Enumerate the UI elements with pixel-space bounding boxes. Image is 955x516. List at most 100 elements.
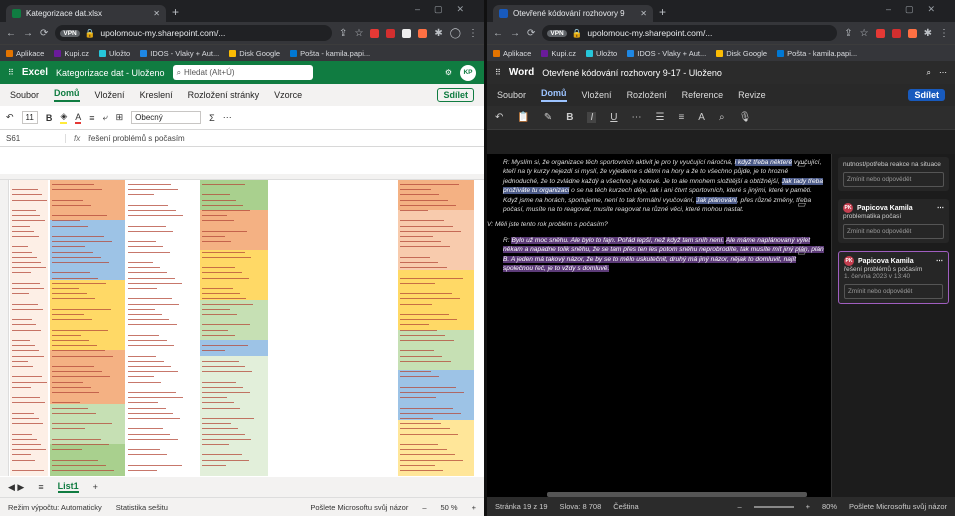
more-icon[interactable]: ⋯ bbox=[936, 257, 943, 265]
zoom-level[interactable]: 50 % bbox=[441, 503, 458, 512]
address-bar[interactable]: VPN 🔒 upolomouc-my.sharepoint.com/... bbox=[542, 25, 838, 41]
star-icon[interactable]: ☆ bbox=[860, 28, 869, 39]
paste-icon[interactable]: 📋 bbox=[517, 112, 529, 123]
comment-card-selected[interactable]: PK Papicova Kamila ⋯ řešení problémů s poč… bbox=[838, 251, 949, 304]
settings-icon[interactable]: ⚙ bbox=[445, 68, 452, 77]
bookmark-idos[interactable]: IDOS - Vlaky + Aut... bbox=[140, 49, 219, 58]
tab-reference[interactable]: Reference bbox=[682, 90, 724, 100]
document-body[interactable]: R: Myslím si, že organizace těch sportov… bbox=[487, 154, 831, 500]
bookmark-mail[interactable]: Pošta - kamila.papi... bbox=[777, 49, 857, 58]
zoom-level[interactable]: 80% bbox=[822, 502, 837, 511]
comment-card[interactable]: nutnost/potřeba reakce na situace Zmínit… bbox=[838, 157, 949, 191]
bookmark-apps[interactable]: Aplikace bbox=[6, 49, 44, 58]
tab-vlozeni[interactable]: Vložení bbox=[95, 90, 125, 100]
bookmark-idos[interactable]: IDOS - Vlaky + Aut... bbox=[627, 49, 706, 58]
browser-tab-word[interactable]: Otevřené kódování rozhovory 9 ✕ bbox=[493, 5, 653, 22]
zoom-out-icon[interactable]: – bbox=[422, 503, 426, 512]
menu-dots-icon[interactable]: ⋮ bbox=[468, 28, 478, 39]
extension-icon[interactable] bbox=[418, 28, 428, 38]
share-page-icon[interactable]: ⇪ bbox=[339, 28, 347, 39]
undo-icon[interactable]: ↶ bbox=[6, 112, 14, 123]
number-format-select[interactable]: Obecný bbox=[131, 111, 202, 124]
extension-icon[interactable] bbox=[386, 28, 396, 38]
zoom-out-icon[interactable]: – bbox=[737, 502, 741, 511]
reload-icon[interactable]: ⟳ bbox=[527, 28, 535, 39]
document-title[interactable]: Kategorizace dat - Uloženo bbox=[56, 68, 165, 78]
comment-icon[interactable]: ▭ bbox=[797, 247, 806, 257]
paragraph-answer-1[interactable]: R: Myslím si, že organizace těch sportov… bbox=[487, 158, 825, 214]
dictate-icon[interactable]: 🎙 bbox=[739, 112, 752, 123]
underline-button[interactable]: U bbox=[610, 112, 617, 123]
share-button[interactable]: Sdílet bbox=[437, 88, 474, 102]
comment-highlight[interactable]: i když třeba některé bbox=[734, 159, 793, 166]
workbook-stats[interactable]: Statistika sešitu bbox=[116, 503, 168, 512]
bookmark-mail[interactable]: Pošta - kamila.papi... bbox=[290, 49, 370, 58]
puzzle-icon[interactable]: ✱ bbox=[434, 28, 442, 39]
tab-soubor[interactable]: Soubor bbox=[497, 90, 526, 100]
bookmark-kupi[interactable]: Kupi.cz bbox=[541, 49, 576, 58]
feedback-link[interactable]: Pošlete Microsoftu svůj názor bbox=[849, 502, 947, 511]
reply-input[interactable]: Zmínit nebo odpovědět bbox=[844, 284, 943, 299]
app-launcher-icon[interactable]: ⠿ bbox=[8, 68, 14, 77]
comment-highlight[interactable]: Bylo už moc sněhu. Ale bylo to fajn. Poř… bbox=[511, 236, 725, 244]
sheets-menu-icon[interactable]: ≡ bbox=[38, 482, 43, 492]
profile-icon[interactable]: ◯ bbox=[450, 28, 461, 39]
sheet-grid[interactable] bbox=[0, 174, 484, 476]
tab-vlozeni[interactable]: Vložení bbox=[582, 90, 612, 100]
formula-input[interactable]: řešení problémů s počasím bbox=[88, 134, 185, 143]
comment-icon[interactable]: ▭ bbox=[797, 159, 806, 169]
bookmark-ulozto[interactable]: Uložto bbox=[585, 49, 617, 58]
tab-domu[interactable]: Domů bbox=[541, 88, 567, 102]
more-icon[interactable]: ⋯ bbox=[939, 68, 947, 77]
bold-button[interactable]: B bbox=[46, 113, 53, 123]
search-icon[interactable]: ⌕ bbox=[927, 68, 931, 78]
extension-icon[interactable] bbox=[907, 28, 917, 38]
extension-icon[interactable] bbox=[402, 28, 412, 38]
tab-revize[interactable]: Revize bbox=[738, 90, 766, 100]
comment-icon[interactable]: ▭ bbox=[797, 199, 806, 209]
forward-icon[interactable]: → bbox=[510, 28, 520, 39]
bookmark-apps[interactable]: Aplikace bbox=[493, 49, 531, 58]
format-painter-icon[interactable]: ✎ bbox=[544, 112, 552, 123]
reload-icon[interactable]: ⟳ bbox=[40, 28, 48, 39]
paragraph-answer-2[interactable]: R: Bylo už moc sněhu. Ale bylo to fajn. … bbox=[487, 236, 825, 274]
more-icon[interactable]: ⋯ bbox=[631, 112, 641, 123]
bookmark-drive[interactable]: Disk Google bbox=[716, 49, 767, 58]
zoom-in-icon[interactable]: + bbox=[472, 503, 476, 512]
align-icon[interactable]: ≡ bbox=[678, 112, 684, 123]
tab-close-icon[interactable]: ✕ bbox=[640, 9, 647, 18]
sheet-nav-icon[interactable]: ◀ ▶ bbox=[8, 482, 24, 493]
comment-highlight[interactable]: Jak plánování bbox=[696, 196, 737, 204]
back-icon[interactable]: ← bbox=[6, 28, 16, 39]
star-icon[interactable]: ☆ bbox=[354, 28, 363, 39]
bookmark-kupi[interactable]: Kupi.cz bbox=[54, 49, 89, 58]
back-icon[interactable]: ← bbox=[493, 28, 503, 39]
extension-icon[interactable] bbox=[875, 28, 885, 38]
cell-block[interactable] bbox=[200, 340, 268, 356]
app-launcher-icon[interactable]: ⠿ bbox=[495, 68, 501, 77]
list-icon[interactable]: ☰ bbox=[655, 112, 664, 123]
new-tab-button[interactable]: + bbox=[659, 5, 666, 19]
language[interactable]: Čeština bbox=[613, 502, 638, 511]
share-button[interactable]: Sdílet bbox=[908, 89, 945, 101]
reply-input[interactable]: Zmínit nebo odpovědět bbox=[843, 172, 944, 187]
zoom-slider[interactable] bbox=[753, 505, 794, 508]
align-icon[interactable]: ≡ bbox=[89, 113, 94, 123]
find-icon[interactable]: ⌕ bbox=[719, 112, 725, 123]
font-color-icon[interactable]: A bbox=[75, 112, 82, 124]
more-icon[interactable]: ⋯ bbox=[223, 112, 232, 123]
address-bar[interactable]: VPN 🔒 upolomouc-my.sharepoint.com/... bbox=[55, 25, 333, 41]
new-tab-button[interactable]: + bbox=[172, 5, 179, 19]
cell-block[interactable] bbox=[398, 270, 474, 330]
document-title[interactable]: Otevřené kódování rozhovory 9-17 - Ulože… bbox=[542, 68, 722, 78]
sheet-tab-list1[interactable]: List1 bbox=[57, 481, 79, 493]
reply-input[interactable]: Zmínit nebo odpovědět bbox=[843, 224, 944, 239]
browser-tab-excel[interactable]: Kategorizace dat.xlsx ✕ bbox=[6, 5, 166, 22]
extension-icon[interactable] bbox=[370, 28, 380, 38]
menu-dots-icon[interactable]: ⋮ bbox=[939, 28, 949, 39]
bookmark-drive[interactable]: Disk Google bbox=[229, 49, 280, 58]
bold-button[interactable]: B bbox=[566, 112, 573, 123]
extension-icon[interactable] bbox=[891, 28, 901, 38]
cell-block[interactable] bbox=[50, 220, 125, 280]
tab-vzorce[interactable]: Vzorce bbox=[274, 90, 302, 100]
